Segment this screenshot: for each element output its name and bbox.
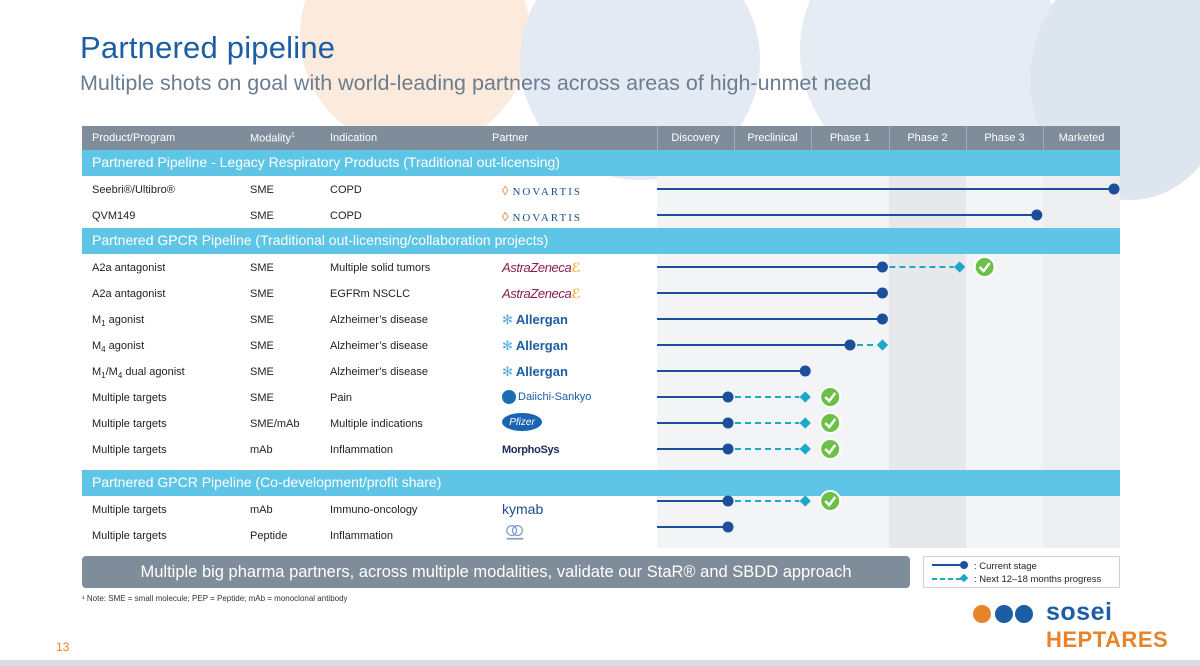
current-stage-marker bbox=[844, 339, 856, 351]
check-icon bbox=[973, 256, 996, 278]
col-preclinical: Preclinical bbox=[747, 132, 798, 144]
pipeline-progress-tracks bbox=[657, 183, 1120, 533]
current-stage-marker bbox=[722, 495, 734, 507]
legend-current-marker bbox=[960, 561, 968, 569]
col-discovery: Discovery bbox=[671, 132, 720, 144]
col-phase2: Phase 2 bbox=[907, 132, 948, 144]
bottom-bar bbox=[0, 660, 1200, 666]
legend-next-marker bbox=[959, 573, 969, 583]
current-stage-marker bbox=[799, 365, 811, 377]
summary-banner: Multiple big pharma partners, across mul… bbox=[82, 556, 910, 588]
check-icon bbox=[819, 412, 842, 434]
current-stage-marker bbox=[876, 261, 888, 273]
current-stage-marker bbox=[1108, 183, 1120, 195]
check-icon bbox=[819, 386, 842, 408]
current-stage-marker bbox=[1031, 209, 1043, 221]
next-stage-marker bbox=[876, 339, 889, 351]
legend-next-label: : Next 12–18 months progress bbox=[974, 574, 1102, 585]
pipeline-table: Product/Program Modality1 Indication Par… bbox=[82, 126, 1120, 576]
next-stage-marker bbox=[799, 443, 811, 455]
current-stage-marker bbox=[876, 313, 888, 325]
check-icon bbox=[819, 438, 842, 460]
table-header: Product/Program Modality1 Indication Par… bbox=[82, 126, 1120, 150]
col-partner: Partner bbox=[492, 132, 529, 144]
col-modality: Modality1 bbox=[250, 132, 295, 145]
page-subtitle: Multiple shots on goal with world-leadin… bbox=[80, 71, 872, 95]
col-phase3: Phase 3 bbox=[984, 132, 1025, 144]
legend-markers bbox=[932, 561, 969, 583]
col-indication: Indication bbox=[330, 132, 378, 144]
next-stage-marker bbox=[953, 261, 966, 273]
col-product: Product/Program bbox=[92, 132, 176, 144]
footnote: ¹ Note: SME = small molecule; PEP = Pept… bbox=[82, 594, 348, 603]
col-marketed: Marketed bbox=[1058, 132, 1105, 144]
page-number: 13 bbox=[56, 640, 70, 654]
col-phase1: Phase 1 bbox=[829, 132, 871, 144]
table-body: Partnered Pipeline - Legacy Respiratory … bbox=[82, 150, 1120, 576]
legend: : Current stage : Next 12–18 months prog… bbox=[923, 556, 1120, 588]
current-stage-marker bbox=[876, 287, 888, 299]
current-stage-marker bbox=[722, 391, 734, 403]
current-stage-marker bbox=[722, 417, 734, 429]
next-stage-marker bbox=[799, 417, 811, 429]
next-stage-marker bbox=[799, 495, 811, 507]
current-stage-marker bbox=[722, 443, 734, 455]
current-stage-marker bbox=[722, 521, 734, 533]
next-stage-marker bbox=[799, 391, 811, 403]
legend-current-label: : Current stage bbox=[974, 561, 1037, 572]
page-title: Partnered pipeline bbox=[80, 30, 336, 65]
check-icon bbox=[819, 490, 842, 512]
